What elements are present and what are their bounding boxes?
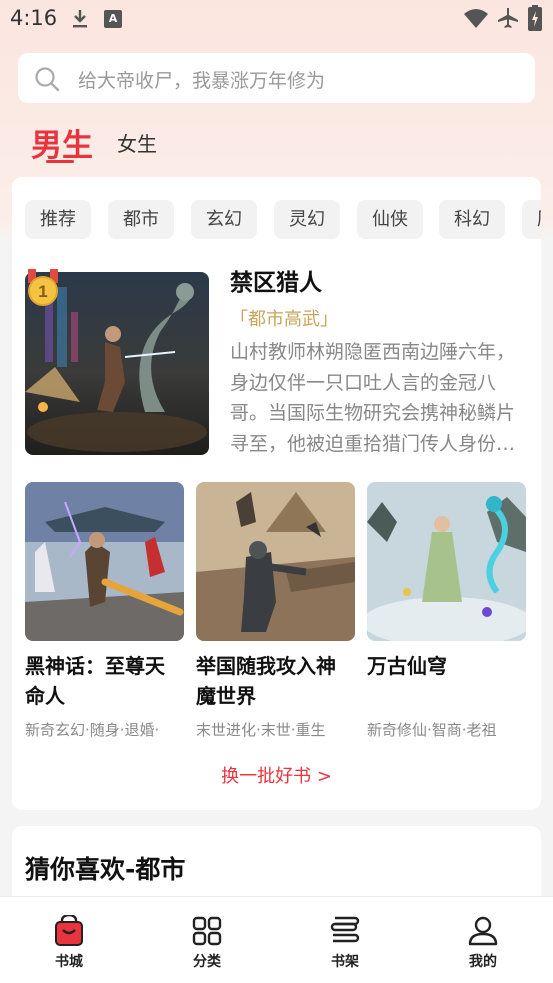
- category-grid-icon: [192, 916, 222, 946]
- nav-label: 我的: [469, 954, 497, 970]
- book-title[interactable]: 黑神话：至尊天命人: [25, 651, 184, 713]
- category-chip-linghuan[interactable]: 灵幻: [274, 200, 340, 239]
- featured-book-description: 山村教师林朔隐匿西南边陲六年，身边仅伴一只口吐人言的金冠八哥。当国际生物研究会携…: [230, 341, 516, 455]
- book-card[interactable]: 万古仙穹 新奇修仙·智商·老祖: [367, 482, 526, 740]
- status-time: 4:16: [10, 6, 58, 30]
- refresh-books-button[interactable]: 换一批好书 >: [12, 762, 541, 788]
- category-chip-urban[interactable]: 都市: [108, 200, 174, 239]
- nav-category[interactable]: 分类: [172, 915, 242, 971]
- book-cover[interactable]: [196, 482, 355, 641]
- category-chips: 推荐 都市 玄幻 灵幻 仙侠 科幻 历史: [25, 200, 541, 240]
- category-chip-history[interactable]: 历史: [522, 200, 541, 239]
- nav-bookshelf[interactable]: 书架: [310, 915, 380, 971]
- search-placeholder: 给大帝收尸，我暴涨万年修为: [78, 70, 326, 92]
- book-cover[interactable]: [367, 482, 526, 641]
- category-chip-recommend[interactable]: 推荐: [25, 200, 91, 239]
- nav-label: 书城: [55, 954, 83, 970]
- book-tags: 新奇修仙·智商·老祖: [367, 721, 497, 739]
- bookstore-icon: [55, 915, 83, 946]
- book-tags: 新奇玄幻·随身·退婚·: [25, 721, 160, 739]
- book-title[interactable]: 举国随我攻入神魔世界: [196, 651, 355, 713]
- status-bar: 4:16 A: [0, 0, 553, 40]
- book-tags: 末世进化·末世·重生: [196, 721, 326, 739]
- tab-active-indicator: [46, 160, 74, 163]
- featured-book-title[interactable]: 禁区猎人: [230, 263, 322, 297]
- nav-label: 书架: [331, 954, 359, 970]
- section-title: 猜你喜欢-都市: [25, 855, 186, 884]
- nav-profile[interactable]: 我的: [448, 915, 518, 971]
- recommend-card: 推荐 都市 玄幻 灵幻 仙侠 科幻 历史: [12, 177, 541, 810]
- category-chip-xianxia[interactable]: 仙侠: [357, 200, 423, 239]
- bottom-navigation: 书城 分类 书架 我的: [0, 896, 553, 983]
- tab-female[interactable]: 女生: [117, 128, 157, 157]
- download-icon: [73, 10, 87, 28]
- battery-icon: [528, 5, 542, 31]
- book-card[interactable]: 举国随我攻入神魔世界 末世进化·末世·重生: [196, 482, 355, 740]
- featured-book-tag: 「都市高武」: [230, 309, 338, 330]
- category-chip-xuanhuan[interactable]: 玄幻: [191, 200, 257, 239]
- airplane-icon: [498, 8, 518, 28]
- book-title[interactable]: 万古仙穹: [367, 651, 526, 713]
- nav-label: 分类: [193, 954, 221, 970]
- book-card[interactable]: 黑神话：至尊天命人 新奇玄幻·随身·退婚·: [25, 482, 184, 740]
- wifi-icon: [464, 9, 488, 28]
- bookshelf-icon: [330, 916, 360, 943]
- rank-badge-icon: 1: [28, 269, 58, 306]
- profile-icon: [468, 916, 498, 946]
- category-chip-scifi[interactable]: 科幻: [439, 200, 505, 239]
- tab-male[interactable]: 男生: [31, 120, 93, 165]
- search-bar[interactable]: 给大帝收尸，我暴涨万年修为: [18, 53, 535, 103]
- search-icon: [35, 67, 60, 92]
- rank-number: 1: [38, 282, 47, 301]
- book-cover[interactable]: [25, 482, 184, 641]
- nav-bookstore[interactable]: 书城: [34, 915, 104, 971]
- a-badge-icon: A: [104, 10, 122, 28]
